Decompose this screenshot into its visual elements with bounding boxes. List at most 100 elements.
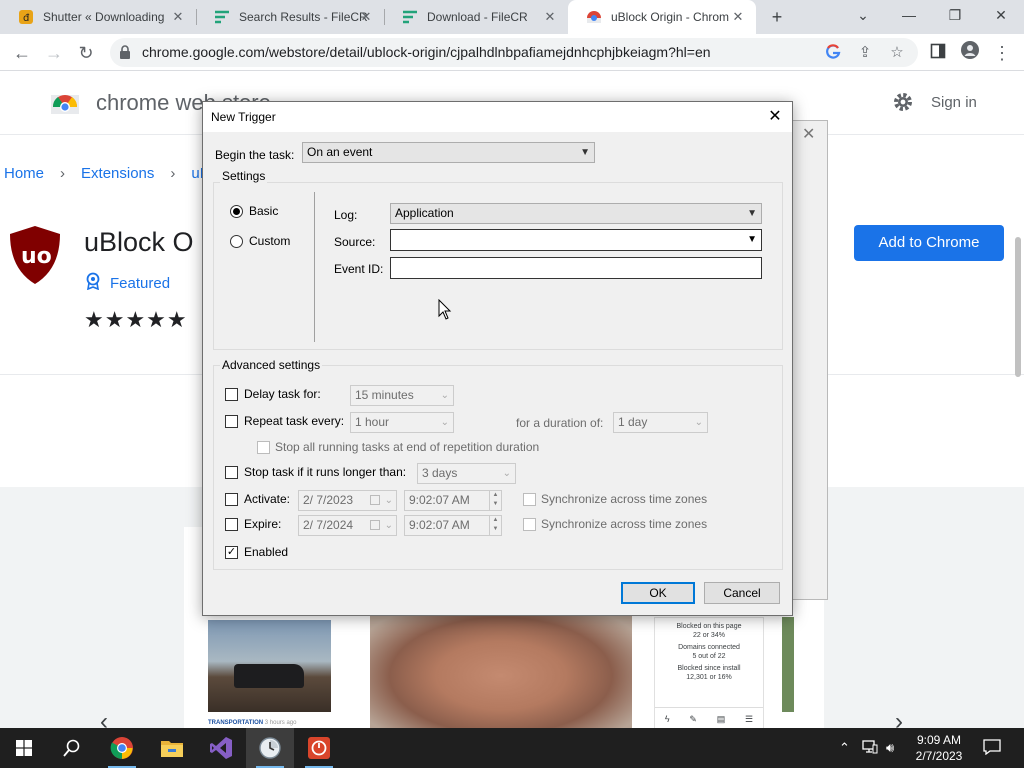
gallery-next-icon[interactable]: › xyxy=(895,708,903,728)
custom-radio-label[interactable]: Custom xyxy=(249,234,290,248)
volume-icon[interactable]: 🔊︎ xyxy=(886,740,894,756)
calendar-icon[interactable] xyxy=(370,520,380,530)
close-icon[interactable]: ✕ xyxy=(358,9,374,25)
page-scrollbar[interactable] xyxy=(1015,237,1021,377)
stop-longer-label[interactable]: Stop task if it runs longer than: xyxy=(244,465,406,479)
app-red-icon[interactable] xyxy=(295,728,343,768)
tab-search-chevron-icon[interactable]: ⌄ xyxy=(840,0,886,30)
stop-all-label[interactable]: Stop all running tasks at end of repetit… xyxy=(275,440,539,454)
profile-avatar-icon[interactable] xyxy=(956,39,984,67)
chevron-down-icon[interactable]: ⌄ xyxy=(385,491,393,510)
chrome-icon[interactable] xyxy=(98,728,146,768)
repeat-task-select[interactable]: 1 hour ⌄ xyxy=(350,412,454,433)
begin-task-label: Begin the task: xyxy=(215,148,295,162)
spinner-icon[interactable]: ▲ ▼ xyxy=(489,516,501,535)
breadcrumb-home[interactable]: Home xyxy=(4,165,44,182)
bookmark-star-icon[interactable]: ☆ xyxy=(888,44,906,62)
window-close-icon[interactable]: ✕ xyxy=(978,0,1024,30)
address-bar[interactable]: chrome.google.com/webstore/detail/ublock… xyxy=(110,38,918,67)
breadcrumb-extensions[interactable]: Extensions xyxy=(81,165,154,182)
basic-radio[interactable] xyxy=(230,205,243,218)
basic-radio-label[interactable]: Basic xyxy=(249,204,278,218)
enabled-label[interactable]: Enabled xyxy=(244,545,288,559)
reload-icon[interactable]: ↻ xyxy=(72,39,100,67)
tab-search-results[interactable]: Search Results - FileCR ✕ xyxy=(196,0,384,34)
activate-checkbox[interactable] xyxy=(225,493,238,506)
expire-date-picker[interactable]: 2/ 7/2024 ⌄ xyxy=(298,515,397,536)
expire-sync-label[interactable]: Synchronize across time zones xyxy=(541,517,707,531)
begin-task-select[interactable]: On an event ▼ xyxy=(302,142,595,163)
gallery-prev-icon[interactable]: ‹ xyxy=(100,708,108,728)
source-combo[interactable]: ▼ xyxy=(390,229,762,251)
task-scheduler-icon[interactable] xyxy=(246,728,294,768)
restore-icon[interactable]: ❐ xyxy=(932,0,978,30)
google-lens-icon[interactable] xyxy=(824,44,842,62)
ok-button[interactable]: OK xyxy=(621,582,695,604)
chevron-down-icon: ⌄ xyxy=(440,390,449,401)
side-panel-icon[interactable] xyxy=(924,39,952,67)
event-id-field[interactable] xyxy=(390,257,762,279)
network-icon[interactable] xyxy=(862,740,878,757)
expire-label[interactable]: Expire: xyxy=(244,517,281,531)
minimize-icon[interactable]: — xyxy=(886,0,932,30)
delay-task-label[interactable]: Delay task for: xyxy=(244,387,321,401)
tab-shutter[interactable]: đ Shutter « Downloading ✕ xyxy=(0,0,196,34)
close-icon[interactable]: ✕ xyxy=(170,9,186,25)
enabled-checkbox[interactable]: ✓ xyxy=(225,546,238,559)
list-icon: ▤ xyxy=(716,714,726,724)
activate-sync-checkbox[interactable] xyxy=(523,493,536,506)
dialog-close-icon[interactable]: ✕ xyxy=(758,102,792,132)
stop-longer-select[interactable]: 3 days ⌄ xyxy=(417,463,516,484)
search-icon[interactable] xyxy=(48,728,96,768)
expire-time-picker[interactable]: 9:02:07 AM ▲ ▼ xyxy=(404,515,502,536)
lock-icon[interactable] xyxy=(119,45,131,64)
settings-gear-icon[interactable] xyxy=(892,91,914,118)
forward-icon[interactable]: → xyxy=(40,39,68,67)
sign-in-link[interactable]: Sign in xyxy=(931,94,977,111)
new-tab-icon[interactable]: + xyxy=(764,4,790,30)
custom-radio[interactable] xyxy=(230,235,243,248)
close-icon[interactable]: ✕ xyxy=(730,9,746,25)
share-icon[interactable]: ⇪ xyxy=(856,44,874,62)
activate-date-picker[interactable]: 2/ 7/2023 ⌄ xyxy=(298,490,397,511)
activate-time-picker[interactable]: 9:02:07 AM ▲ ▼ xyxy=(404,490,502,511)
activate-sync-label[interactable]: Synchronize across time zones xyxy=(541,492,707,506)
screenshot-caption: TRANSPORTATION 3 hours ago xyxy=(208,720,297,726)
cancel-button[interactable]: Cancel xyxy=(704,582,780,604)
notification-icon[interactable] xyxy=(983,739,1001,758)
file-explorer-icon[interactable] xyxy=(148,728,196,768)
windows-start-icon[interactable] xyxy=(0,728,48,768)
browser-menu-icon[interactable]: ⋮ xyxy=(988,39,1016,67)
back-icon[interactable]: ← xyxy=(8,39,36,67)
url-text[interactable]: chrome.google.com/webstore/detail/ublock… xyxy=(142,44,711,60)
log-label: Log: xyxy=(334,208,358,222)
close-icon[interactable]: ✕ xyxy=(542,9,558,25)
expire-date-value: 2/ 7/2024 xyxy=(303,518,354,532)
featured-badge[interactable]: Featured xyxy=(86,272,170,294)
chrome-webstore-favicon-icon xyxy=(586,9,602,25)
stop-longer-checkbox[interactable] xyxy=(225,466,238,479)
expire-checkbox[interactable] xyxy=(225,518,238,531)
taskbar-clock[interactable]: 9:09 AM 2/7/2023 xyxy=(908,732,970,764)
delay-task-select[interactable]: 15 minutes ⌄ xyxy=(350,385,454,406)
calendar-icon[interactable] xyxy=(370,495,380,505)
chevron-down-icon[interactable]: ⌄ xyxy=(385,516,393,535)
repeat-task-label[interactable]: Repeat task every: xyxy=(244,414,344,428)
tray-chevron-up-icon[interactable]: ⌃ xyxy=(839,740,850,756)
stop-all-checkbox[interactable] xyxy=(257,441,270,454)
behind-window-close-icon[interactable]: ✕ xyxy=(802,124,815,144)
webstore-logo-icon[interactable] xyxy=(50,87,80,120)
delay-task-checkbox[interactable] xyxy=(225,388,238,401)
spinner-icon[interactable]: ▲ ▼ xyxy=(489,491,501,510)
dialog-titlebar[interactable]: New Trigger ✕ xyxy=(203,102,792,132)
add-to-chrome-button[interactable]: Add to Chrome xyxy=(854,225,1004,261)
tab-ublock-origin[interactable]: uBlock Origin - Chrom ✕ xyxy=(568,0,756,34)
rating-stars[interactable]: ★★★★★ xyxy=(84,307,188,333)
duration-select[interactable]: 1 day ⌄ xyxy=(613,412,708,433)
expire-sync-checkbox[interactable] xyxy=(523,518,536,531)
activate-label[interactable]: Activate: xyxy=(244,492,290,506)
repeat-task-checkbox[interactable] xyxy=(225,415,238,428)
visual-studio-icon[interactable] xyxy=(197,728,245,768)
tab-download[interactable]: Download - FileCR ✕ xyxy=(384,0,568,34)
log-select[interactable]: Application ▼ xyxy=(390,203,762,224)
